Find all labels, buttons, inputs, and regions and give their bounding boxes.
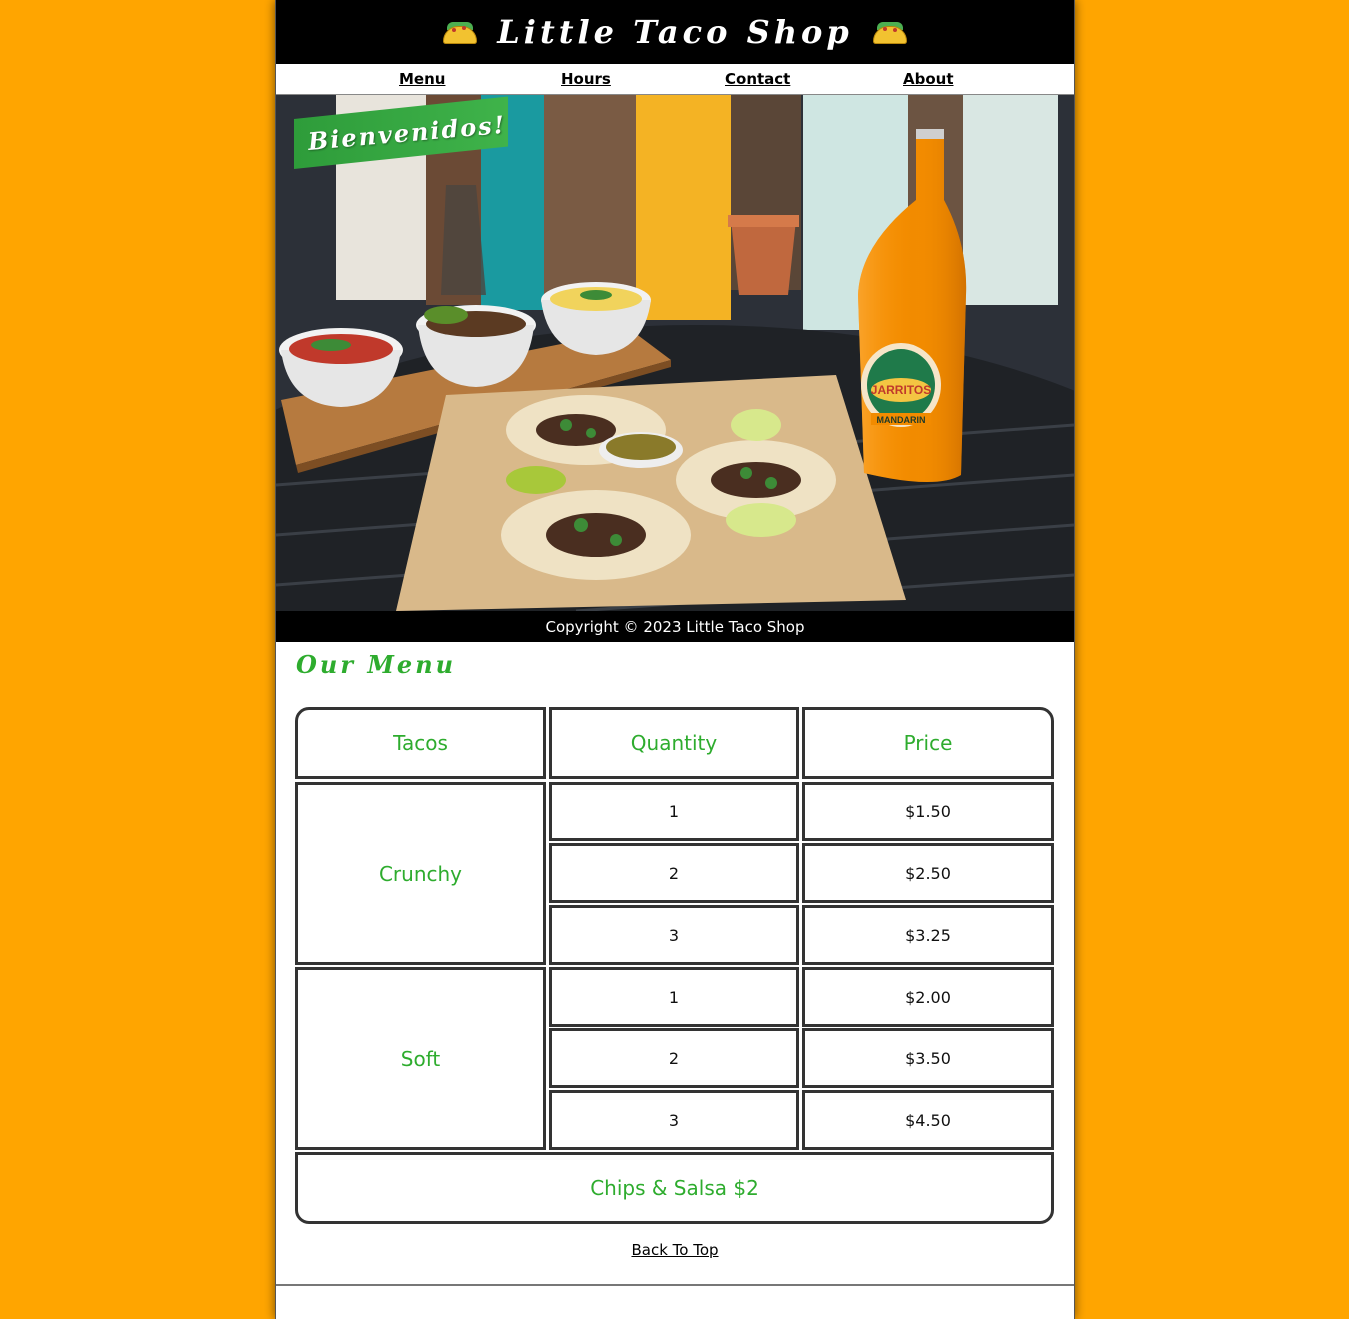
quantity-cell: 2 (549, 843, 799, 903)
quantity-cell: 1 (549, 967, 799, 1027)
nav-link-about[interactable]: About (903, 70, 954, 88)
menu-heading: Our Menu (296, 650, 457, 679)
site-title-text: Little Taco Shop (497, 13, 853, 51)
group-soft: Soft (295, 967, 546, 1150)
group-crunchy: Crunchy (295, 782, 546, 965)
page-container: Little Taco Shop Menu Hours Contact Abou… (275, 0, 1075, 1319)
price-cell: $3.50 (802, 1028, 1054, 1088)
quantity-cell: 1 (549, 782, 799, 841)
table-header-quantity: Quantity (549, 707, 799, 779)
taco-icon (443, 20, 478, 44)
site-title: Little Taco Shop (423, 13, 926, 51)
price-cell: $4.50 (802, 1090, 1054, 1150)
bottle-flavor: MANDARIN (877, 415, 926, 425)
main-nav: Menu Hours Contact About (276, 64, 1074, 95)
copyright-text: Copyright © 2023 Little Taco Shop (545, 617, 805, 636)
taco-icon (872, 20, 907, 44)
quantity-cell: 2 (549, 1028, 799, 1088)
nav-link-menu[interactable]: Menu (399, 70, 445, 88)
price-cell: $3.25 (802, 905, 1054, 965)
divider (276, 1284, 1074, 1286)
back-to-top: Back To Top (276, 1241, 1074, 1259)
site-header: Little Taco Shop (276, 0, 1074, 64)
table-header-tacos: Tacos (295, 707, 546, 779)
price-cell: $2.50 (802, 843, 1054, 903)
copyright-bar: Copyright © 2023 Little Taco Shop (276, 611, 1074, 642)
nav-link-hours[interactable]: Hours (561, 70, 611, 88)
price-cell: $2.00 (802, 967, 1054, 1027)
welcome-banner: Bienvenidos! (294, 96, 508, 169)
bottle-label: JARRITOS (871, 383, 931, 397)
quantity-cell: 3 (549, 905, 799, 965)
quantity-cell: 3 (549, 1090, 799, 1150)
tacos-photo: JARRITOS MANDARIN (276, 95, 1074, 611)
nav-link-contact[interactable]: Contact (725, 70, 790, 88)
price-cell: $1.50 (802, 782, 1054, 841)
back-to-top-link[interactable]: Back To Top (631, 1241, 718, 1259)
hero-image: JARRITOS MANDARIN Bienvenidos! (276, 95, 1074, 611)
chips-salsa-row: Chips & Salsa $2 (295, 1152, 1054, 1224)
table-header-price: Price (802, 707, 1054, 779)
